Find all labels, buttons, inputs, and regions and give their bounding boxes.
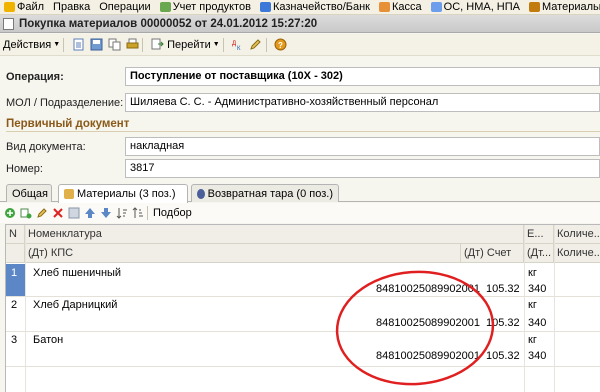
menu-cash[interactable]: Касса	[378, 1, 422, 13]
doc-type-field[interactable]: накладная	[125, 137, 600, 156]
unit-code-cell[interactable]: 340	[528, 350, 546, 362]
window-title-bar: Покупка материалов 00000052 от 24.01.201…	[0, 15, 600, 33]
selection-button[interactable]: Подбор	[153, 207, 192, 219]
add-row-icon[interactable]	[4, 207, 16, 219]
table-header-row: N Номенклатура Е... Количе...	[6, 225, 600, 244]
sort-descending-icon[interactable]	[132, 207, 144, 219]
table-subheader-row: (Дт) КПС (Дт) Счет (Дт... Количе...	[6, 244, 600, 263]
column-header-account[interactable]: (Дт) Счет	[461, 244, 524, 262]
menu-fixed-assets[interactable]: ОС, НМА, НПА	[430, 1, 520, 13]
main-menu-bar: Файл Правка Операции Учет продуктов Казн…	[0, 0, 600, 15]
row-number: 2	[11, 299, 18, 311]
menu-file[interactable]: Файл	[4, 1, 44, 13]
column-header-n[interactable]: N	[6, 225, 25, 243]
car-icon	[430, 2, 442, 12]
actions-menu-button[interactable]: Действия ▼	[3, 39, 60, 51]
toolbar-separator	[142, 37, 144, 52]
row-divider	[6, 366, 600, 367]
nomenclature-cell[interactable]: Батон	[33, 334, 63, 346]
column-header-kps[interactable]: (Дт) КПС	[25, 244, 461, 262]
chevron-down-icon: ▼	[212, 41, 220, 48]
structure-icon[interactable]	[150, 38, 164, 52]
toolbar-separator	[63, 37, 65, 52]
move-up-icon[interactable]	[84, 207, 96, 219]
svg-text:Д: Д	[232, 41, 236, 47]
number-field[interactable]: 3817	[125, 159, 600, 178]
menu-edit[interactable]: Правка	[53, 1, 90, 13]
document-icon	[3, 17, 14, 30]
menu-materials[interactable]: Материальн	[529, 1, 600, 13]
annotation-ellipse	[335, 270, 495, 386]
mol-field[interactable]: Шиляева С. С. - Административно-хозяйств…	[125, 93, 600, 112]
print-icon[interactable]	[125, 38, 139, 52]
svg-text:К: К	[237, 46, 241, 51]
primary-document-section-title: Первичный документ	[6, 118, 130, 130]
chevron-down-icon: ▼	[53, 41, 61, 48]
row-divider	[6, 331, 600, 332]
column-header-blank	[6, 244, 25, 262]
menu-operations[interactable]: Операции	[99, 1, 150, 13]
column-header-unit-code[interactable]: (Дт...	[524, 244, 554, 262]
section-divider	[6, 131, 600, 132]
menu-treasury-bank[interactable]: Казначейство/Банк	[259, 1, 370, 13]
document-toolbar: Действия ▼ Перейти ▼ ДК ?	[0, 34, 600, 56]
table-toolbar: Подбор	[0, 203, 600, 223]
column-header-nomenclature[interactable]: Номенклатура	[25, 225, 524, 243]
tab-strip: Общая Материалы (3 поз.) Возвратная тара…	[0, 184, 600, 203]
box-icon	[529, 2, 540, 12]
sort-ascending-icon[interactable]	[116, 207, 128, 219]
new-document-icon[interactable]	[71, 38, 85, 52]
edit-row-icon[interactable]	[36, 207, 48, 219]
row-divider	[6, 296, 600, 297]
number-label: Номер:	[6, 163, 43, 175]
delete-row-icon[interactable]	[52, 207, 64, 219]
window-title: Покупка материалов 00000052 от 24.01.201…	[19, 17, 318, 30]
cash-icon	[378, 2, 390, 12]
svg-text:?: ?	[278, 41, 283, 50]
container-tab-icon	[197, 188, 205, 199]
nomenclature-cell[interactable]: Хлеб Дарницкий	[33, 299, 117, 311]
unit-code-cell[interactable]: 340	[528, 317, 546, 329]
operation-field[interactable]: Поступление от поставщика (10Х - 302)	[125, 67, 600, 86]
doc-type-label: Вид документа:	[6, 141, 86, 153]
unit-cell[interactable]: кг	[528, 267, 537, 279]
copy-row-icon[interactable]	[20, 207, 32, 219]
file-icon	[4, 2, 15, 12]
end-edit-icon[interactable]	[68, 207, 80, 219]
toolbar-separator	[265, 37, 267, 52]
nomenclature-cell[interactable]: Хлеб пшеничный	[33, 267, 121, 279]
row-number: 1	[11, 267, 18, 279]
column-header-unit[interactable]: Е...	[524, 225, 554, 243]
operation-label: Операция:	[6, 71, 64, 83]
mol-label: МОЛ / Подразделение:	[6, 97, 124, 109]
toolbar-separator	[222, 37, 224, 52]
tab-materials[interactable]: Материалы (3 поз.)	[58, 184, 188, 203]
tab-general[interactable]: Общая	[6, 184, 52, 202]
toolbar-separator	[147, 206, 148, 220]
column-header-quantity[interactable]: Количе...	[554, 225, 600, 243]
menu-food-accounting[interactable]: Учет продуктов	[159, 1, 251, 13]
save-icon[interactable]	[89, 38, 103, 52]
column-header-quantity-2[interactable]: Количе...	[554, 244, 600, 262]
bank-icon	[259, 2, 271, 12]
dt-kt-icon[interactable]: ДК	[231, 38, 245, 52]
move-down-icon[interactable]	[100, 207, 112, 219]
goto-menu-button[interactable]: Перейти ▼	[167, 39, 220, 51]
unit-cell[interactable]: кг	[528, 334, 537, 346]
row-number: 3	[11, 334, 18, 346]
unit-code-cell[interactable]: 340	[528, 283, 546, 295]
materials-table: N Номенклатура Е... Количе... (Дт) КПС (…	[5, 224, 600, 392]
tab-returnable-containers[interactable]: Возвратная тара (0 поз.)	[191, 184, 339, 202]
food-icon	[159, 2, 171, 12]
edit-icon[interactable]	[249, 38, 263, 52]
materials-tab-icon	[64, 189, 74, 199]
unit-cell[interactable]: кг	[528, 299, 537, 311]
help-icon[interactable]: ?	[274, 38, 288, 52]
copy-icon[interactable]	[107, 38, 121, 52]
